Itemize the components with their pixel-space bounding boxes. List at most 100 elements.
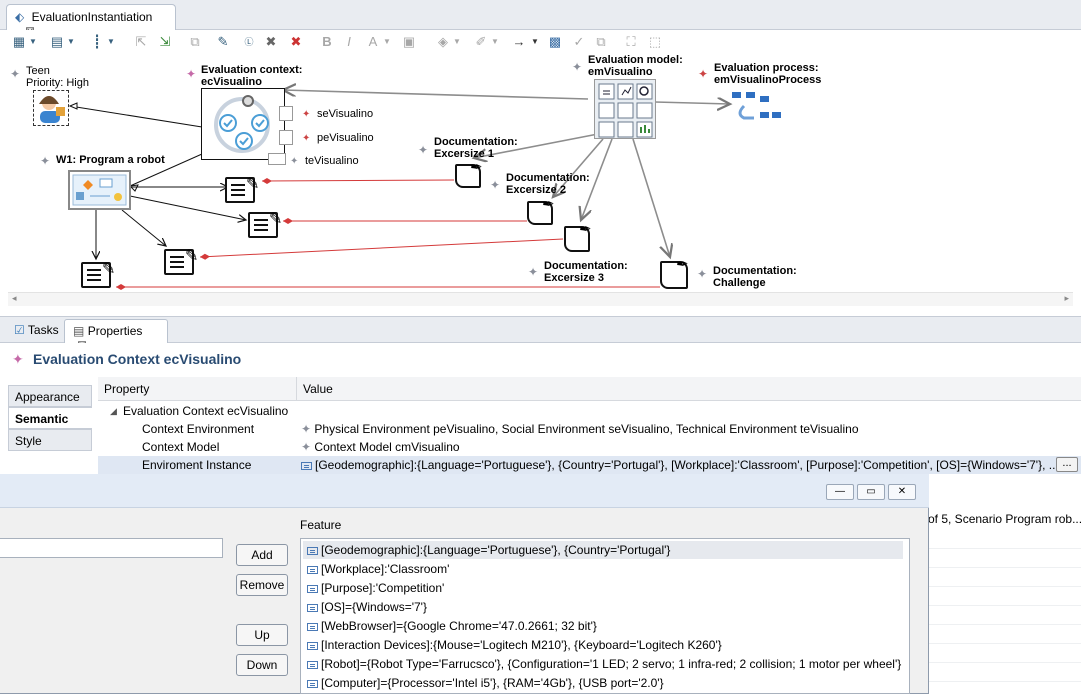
italic-icon[interactable]: I — [340, 33, 358, 51]
collapse-icon[interactable]: ◢ — [110, 402, 117, 420]
chevron-down-icon[interactable]: ▼ — [490, 33, 500, 51]
tab-tasks[interactable]: ☑ Tasks — [6, 319, 67, 344]
feature-input[interactable] — [0, 538, 223, 558]
chevron-down-icon[interactable]: ▼ — [382, 33, 392, 51]
list-item-label: [OS]={Windows='7'} — [321, 600, 427, 614]
maximize-button[interactable]: ▭ — [857, 484, 885, 500]
font-color-icon[interactable]: A — [364, 33, 382, 51]
evaluation-context-node[interactable] — [201, 88, 285, 160]
chevron-down-icon[interactable]: ▼ — [530, 33, 540, 51]
bold-icon[interactable]: B — [318, 33, 336, 51]
diagram-canvas[interactable]: ✦ Teen Priority: High ✦ Evaluation conte… — [0, 54, 1081, 294]
font-icon[interactable]: ▣ — [400, 33, 418, 51]
chevron-down-icon[interactable]: ▼ — [28, 33, 38, 51]
label-icon[interactable]: Ⓛ — [240, 33, 258, 51]
model-title-line2: emVisualino — [588, 66, 653, 78]
connector-context-teen — [69, 105, 203, 128]
properties-icon[interactable]: ▩ — [546, 33, 564, 51]
tab-semantic[interactable]: Semantic — [8, 407, 92, 429]
export-icon[interactable]: ⇱ — [132, 33, 150, 51]
delete-icon[interactable]: ✖ — [262, 33, 280, 51]
properties-table: Property Value ◢ Evaluation Context ecVi… — [98, 377, 1081, 474]
reference-icon: ✦ — [301, 422, 312, 436]
doc-type-icon: ✦ — [697, 267, 708, 281]
down-button[interactable]: Down — [236, 654, 288, 676]
chevron-down-icon[interactable]: ▼ — [66, 33, 76, 51]
person-icon — [39, 96, 65, 123]
delete-model-icon[interactable]: ✖ — [287, 33, 305, 51]
evaluation-process-node[interactable] — [730, 88, 782, 124]
list-item[interactable]: [Workplace]:'Classroom' — [307, 560, 449, 578]
grid-icon[interactable]: ⬚ — [646, 33, 664, 51]
arrange-icon[interactable]: ▤ — [48, 33, 66, 51]
list-item[interactable]: [Robot]={Robot Type='Farrucsco'}, {Confi… — [307, 655, 901, 673]
env-label-pe: peVisualino — [317, 132, 374, 144]
physical-env-port[interactable] — [279, 130, 293, 145]
connector-model-process — [654, 102, 730, 104]
diagram-toolbar: ▦ ▼ ▤ ▼ ┋ ▼ ⇱ ⇲ ⧉ ✎ Ⓛ ✖ ✖ B I A ▼ ▣ ◈ ▼ … — [0, 30, 1081, 54]
social-env-port[interactable] — [279, 106, 293, 121]
context-type-icon: ✦ — [12, 351, 24, 367]
editor-tab-evaluationinstantiation[interactable]: ⬖ EvaluationInstantiation ⊠ — [6, 4, 176, 38]
column-header-property[interactable]: Property — [98, 377, 297, 401]
table-row[interactable]: ◢ Evaluation Context ecVisualino — [98, 402, 1081, 420]
doc-type-icon: ✦ — [418, 143, 429, 157]
close-button[interactable]: ✕ — [888, 484, 916, 500]
check-icon[interactable]: ✓ — [570, 33, 588, 51]
remove-button[interactable]: Remove — [236, 574, 288, 596]
model-title-line1: Evaluation model: — [588, 54, 683, 66]
tab-appearance[interactable]: Appearance — [8, 385, 92, 407]
list-icon — [307, 584, 318, 593]
list-item[interactable]: [OS]={Windows='7'} — [307, 598, 427, 616]
align-icon[interactable]: ┋ — [88, 33, 106, 51]
line-color-icon[interactable]: ✐ — [472, 33, 490, 51]
list-item-label: [Interaction Devices]:{Mouse='Logitech M… — [321, 638, 722, 652]
column-header-value[interactable]: Value — [297, 377, 1081, 401]
technical-env-port[interactable] — [268, 153, 286, 165]
view-tab-bar: ☑ Tasks ▤ Properties ⊠ — [0, 316, 1081, 352]
edit-ellipsis-button[interactable]: ... — [1056, 457, 1078, 472]
zoom-fit-icon[interactable]: ⛶ — [622, 33, 640, 51]
dialog-title-bar[interactable] — [0, 474, 929, 508]
feature-list[interactable]: [Geodemographic]:{Language='Portuguese'}… — [300, 538, 910, 694]
scroll-left-icon[interactable]: ◂ — [12, 293, 17, 304]
list-item[interactable]: [Geodemographic]:{Language='Portuguese'}… — [303, 541, 903, 559]
table-row[interactable]: Context Environment ✦ Physical Environme… — [98, 420, 1081, 438]
chevron-down-icon[interactable]: ▼ — [106, 33, 116, 51]
evaluation-model-node[interactable] — [594, 79, 656, 139]
tab-properties[interactable]: ▤ Properties ⊠ — [64, 319, 168, 352]
env-icon: ✦ — [302, 109, 311, 120]
fill-color-icon[interactable]: ◈ — [434, 33, 452, 51]
list-icon — [307, 660, 318, 669]
teen-priority: Priority: High — [26, 77, 89, 89]
select-all-icon[interactable]: ▦ — [10, 33, 28, 51]
doc3-title-line2: Excersize 3 — [544, 272, 604, 284]
teen-node[interactable] — [33, 90, 69, 126]
context-type-icon: ✦ — [186, 67, 197, 81]
list-icon — [307, 679, 318, 688]
add-button[interactable]: Add — [236, 544, 288, 566]
paste-icon[interactable]: ⧉ — [592, 33, 610, 51]
workshop-node[interactable] — [68, 170, 131, 210]
table-row[interactable]: Context Model ✦ Context Model cmVisualin… — [98, 438, 1081, 456]
up-button[interactable]: Up — [236, 624, 288, 646]
diagram-horizontal-scrollbar[interactable]: ◂ ▸ — [8, 292, 1073, 306]
list-item-label: [Geodemographic]:{Language='Portuguese'}… — [321, 543, 671, 557]
chevron-down-icon[interactable]: ▼ — [452, 33, 462, 51]
list-item[interactable]: [Computer]={Processor='Intel i5'}, {RAM=… — [307, 674, 664, 692]
minimize-button[interactable]: — — [826, 484, 854, 500]
copy-format-icon[interactable]: ⧉ — [186, 33, 204, 51]
table-row-selected[interactable]: Enviroment Instance [Geodemographic]:{La… — [98, 456, 1081, 474]
model-tools-icon — [598, 83, 653, 138]
hide-icon[interactable]: ✎ — [214, 33, 232, 51]
list-item[interactable]: [Purpose]:'Competition' — [307, 579, 444, 597]
challenge-title-line1: Documentation: — [713, 265, 797, 277]
tab-style[interactable]: Style — [8, 429, 92, 451]
scroll-right-icon[interactable]: ▸ — [1064, 293, 1069, 304]
pin-icon[interactable]: ⇲ — [156, 33, 174, 51]
list-item[interactable]: [WebBrowser]={Google Chrome='47.0.2661; … — [307, 617, 597, 635]
arrow-style-icon[interactable]: → — [510, 33, 528, 51]
list-item-label: [Robot]={Robot Type='Farrucsco'}, {Confi… — [321, 657, 902, 671]
property-value: ✦ Physical Environment peVisualino, Soci… — [301, 420, 859, 438]
list-item[interactable]: [Interaction Devices]:{Mouse='Logitech M… — [307, 636, 722, 654]
